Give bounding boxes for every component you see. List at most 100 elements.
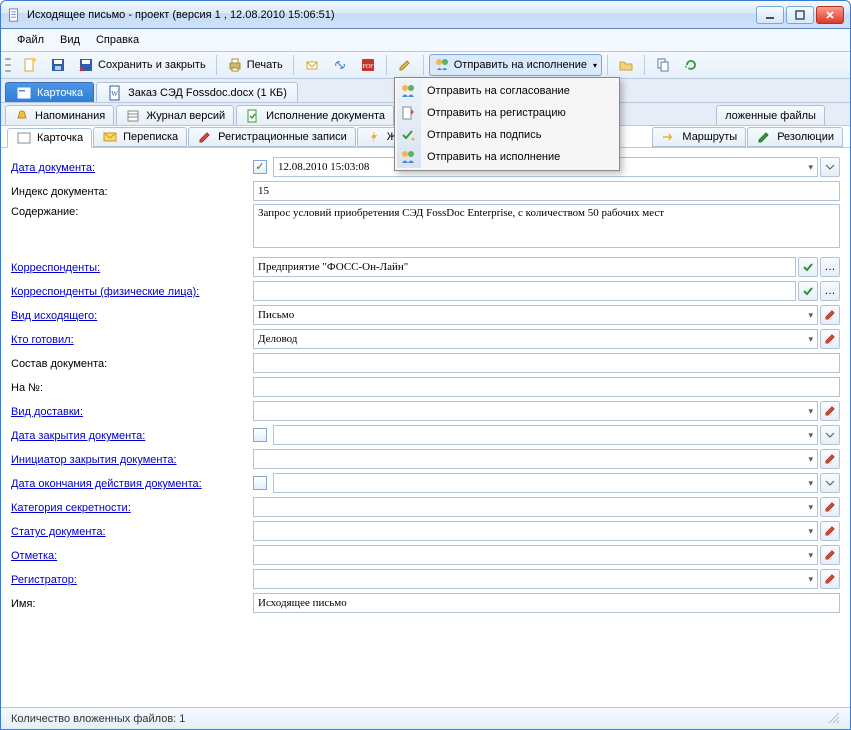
dm-agree-label: Отправить на согласование <box>427 85 570 97</box>
document-icon <box>7 8 21 22</box>
label-registrar[interactable]: Регистратор: <box>11 572 253 586</box>
label-end-date[interactable]: Дата окончания действия документа: <box>11 476 253 490</box>
chevron-down-icon <box>825 478 835 488</box>
ellipsis-icon: … <box>825 285 836 297</box>
label-doc-date[interactable]: Дата документа: <box>11 160 253 174</box>
close-init-edit[interactable] <box>820 449 840 469</box>
tab-versions[interactable]: Журнал версий <box>116 105 234 125</box>
itab-corr[interactable]: Переписка <box>93 127 187 147</box>
label-corr-phys[interactable]: Корреспонденты (физические лица): <box>11 284 253 298</box>
minimize-button[interactable] <box>756 6 784 24</box>
toolbar-btn-folder[interactable] <box>613 54 639 76</box>
send-exec-button[interactable]: Отправить на исполнение <box>429 54 602 76</box>
delivery-combo[interactable] <box>253 401 818 421</box>
status-combo[interactable] <box>253 521 818 541</box>
label-secrecy[interactable]: Категория секретности: <box>11 500 253 514</box>
close-button[interactable] <box>816 6 844 24</box>
ellipsis-icon: … <box>825 261 836 273</box>
toolbar-btn-a[interactable] <box>299 54 325 76</box>
prepared-edit[interactable] <box>820 329 840 349</box>
corr-phys-browse[interactable]: … <box>820 281 840 301</box>
on-no-input[interactable] <box>253 377 840 397</box>
out-type-edit[interactable] <box>820 305 840 325</box>
doc-index-input[interactable] <box>253 181 840 201</box>
label-delivery[interactable]: Вид доставки: <box>11 404 253 418</box>
out-type-value: Письмо <box>258 309 813 321</box>
toolbar-btn-copy[interactable] <box>650 54 676 76</box>
doc-tab-attachment[interactable]: W Заказ СЭД Fossdoc.docx (1 КБ) <box>96 82 298 102</box>
tab-attached[interactable]: ложенные файлы <box>716 105 825 125</box>
close-date-checkbox[interactable] <box>253 428 267 442</box>
save-button[interactable] <box>45 54 71 76</box>
label-status[interactable]: Статус документа: <box>11 524 253 538</box>
delivery-edit[interactable] <box>820 401 840 421</box>
mark-edit[interactable] <box>820 545 840 565</box>
registrar-combo[interactable] <box>253 569 818 589</box>
print-button[interactable]: Печать <box>222 54 288 76</box>
itab-card-label: Карточка <box>37 132 83 144</box>
close-date-combo[interactable] <box>273 425 818 445</box>
toolbar-btn-pdf[interactable]: PDF <box>355 54 381 76</box>
maximize-button[interactable] <box>786 6 814 24</box>
mark-combo[interactable] <box>253 545 818 565</box>
dm-agree[interactable]: Отправить на согласование <box>423 80 617 102</box>
secrecy-edit[interactable] <box>820 497 840 517</box>
corr-phys-accept[interactable] <box>798 281 818 301</box>
end-date-dd[interactable] <box>820 473 840 493</box>
itab-reg[interactable]: Регистрационные записи <box>188 127 356 147</box>
envelope-icon <box>102 129 118 145</box>
corr-accept[interactable] <box>798 257 818 277</box>
name-input[interactable] <box>253 593 840 613</box>
label-close-date[interactable]: Дата закрытия документа: <box>11 428 253 442</box>
end-date-checkbox[interactable] <box>253 476 267 490</box>
window-title: Исходящее письмо - проект (версия 1 , 12… <box>27 9 754 21</box>
maximize-icon <box>795 10 805 20</box>
label-mark[interactable]: Отметка: <box>11 548 253 562</box>
new-button[interactable] <box>17 54 43 76</box>
tab-reminders-label: Напоминания <box>35 110 105 122</box>
tab-exec[interactable]: Исполнение документа <box>236 105 394 125</box>
end-date-combo[interactable] <box>273 473 818 493</box>
secrecy-combo[interactable] <box>253 497 818 517</box>
menu-view[interactable]: Вид <box>60 34 80 46</box>
toolbar-btn-refresh[interactable] <box>678 54 704 76</box>
close-date-dd[interactable] <box>820 425 840 445</box>
tab-exec-label: Исполнение документа <box>266 110 385 122</box>
doc-tab-attachment-label: Заказ СЭД Fossdoc.docx (1 КБ) <box>128 87 287 99</box>
close-init-combo[interactable] <box>253 449 818 469</box>
prepared-combo[interactable]: Деловод <box>253 329 818 349</box>
doc-date-dropdown[interactable] <box>820 157 840 177</box>
pencil-icon <box>824 525 836 537</box>
itab-res[interactable]: Резолюции <box>747 127 843 147</box>
reg-icon <box>197 129 213 145</box>
doc-comp-input[interactable] <box>253 353 840 373</box>
menu-file[interactable]: Файл <box>17 34 44 46</box>
toolbar-btn-b[interactable] <box>327 54 353 76</box>
status-edit[interactable] <box>820 521 840 541</box>
save-close-button[interactable]: Сохранить и закрыть <box>73 54 211 76</box>
registrar-edit[interactable] <box>820 569 840 589</box>
tab-reminders[interactable]: Напоминания <box>5 105 114 125</box>
label-corr[interactable]: Корреспонденты: <box>11 260 253 274</box>
corr-browse[interactable]: … <box>820 257 840 277</box>
word-doc-icon: W <box>107 85 123 101</box>
label-close-init[interactable]: Инициатор закрытия документа: <box>11 452 253 466</box>
dm-exec[interactable]: Отправить на исполнение <box>423 146 617 168</box>
attachment-icon <box>304 57 320 73</box>
corr-input[interactable] <box>253 257 796 277</box>
label-out-type[interactable]: Вид исходящего: <box>11 308 253 322</box>
itab-card[interactable]: Карточка <box>7 128 92 148</box>
label-prepared[interactable]: Кто готовил: <box>11 332 253 346</box>
toolbar-btn-sign[interactable] <box>392 54 418 76</box>
doc-tab-card-label: Карточка <box>37 87 83 99</box>
menu-help[interactable]: Справка <box>96 34 139 46</box>
doc-tab-card[interactable]: Карточка <box>5 82 94 102</box>
corr-phys-input[interactable] <box>253 281 796 301</box>
dm-register[interactable]: Отправить на регистрацию <box>423 102 617 124</box>
dm-register-label: Отправить на регистрацию <box>427 107 566 119</box>
doc-date-checkbox[interactable] <box>253 160 267 174</box>
out-type-combo[interactable]: Письмо <box>253 305 818 325</box>
dm-sign[interactable]: Отправить на подпись <box>423 124 617 146</box>
itab-routes[interactable]: Маршруты <box>652 127 746 147</box>
content-textarea[interactable] <box>253 204 840 248</box>
